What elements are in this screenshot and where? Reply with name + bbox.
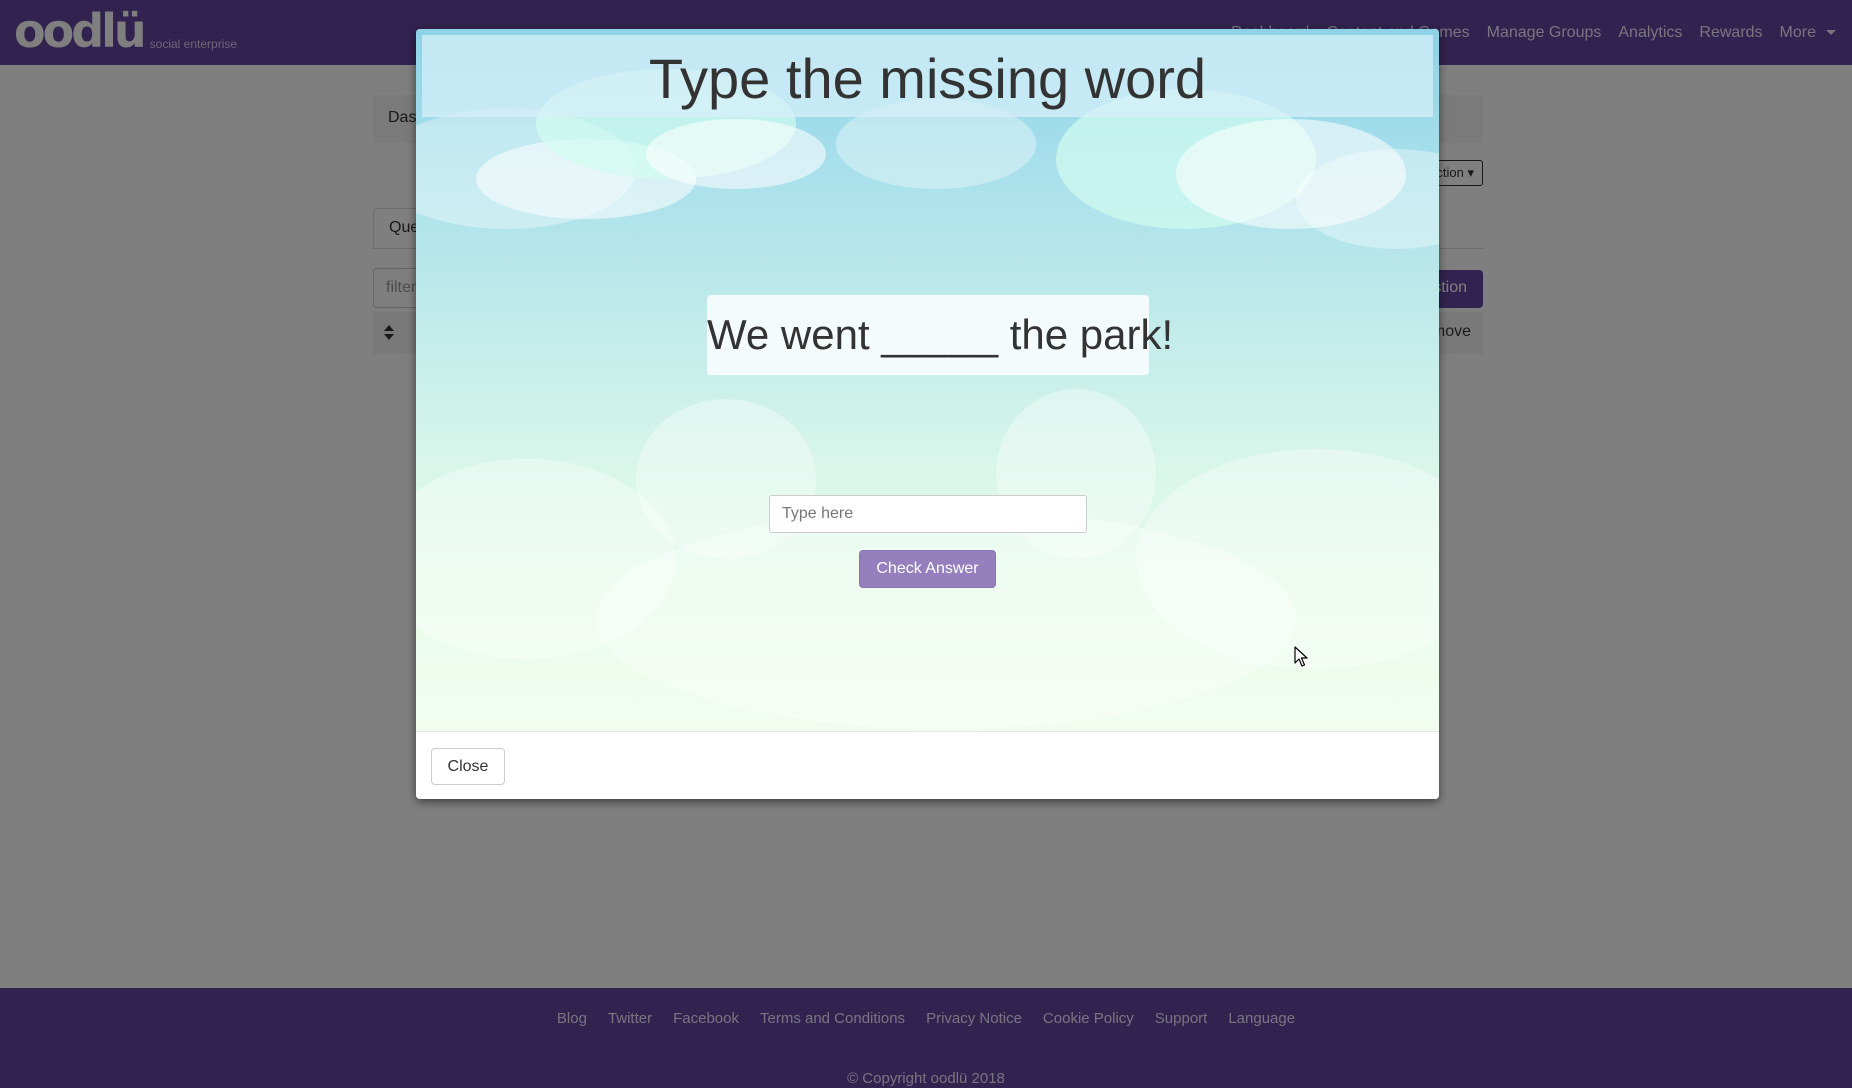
- cloud-decoration: [596, 509, 1296, 729]
- game-modal: Type the missing word We went _____ the …: [416, 29, 1439, 799]
- close-button[interactable]: Close: [431, 748, 505, 785]
- game-area: Type the missing word We went _____ the …: [416, 29, 1439, 731]
- modal-footer: Close: [416, 731, 1439, 799]
- cloud-decoration: [646, 119, 826, 189]
- title-band: Type the missing word: [422, 35, 1433, 117]
- question-sentence: We went _____ the park!: [707, 295, 1173, 375]
- check-answer-button[interactable]: Check Answer: [859, 550, 996, 588]
- game-title: Type the missing word: [648, 47, 1207, 110]
- answer-input[interactable]: [769, 495, 1087, 533]
- mouse-cursor-icon: [1294, 646, 1308, 667]
